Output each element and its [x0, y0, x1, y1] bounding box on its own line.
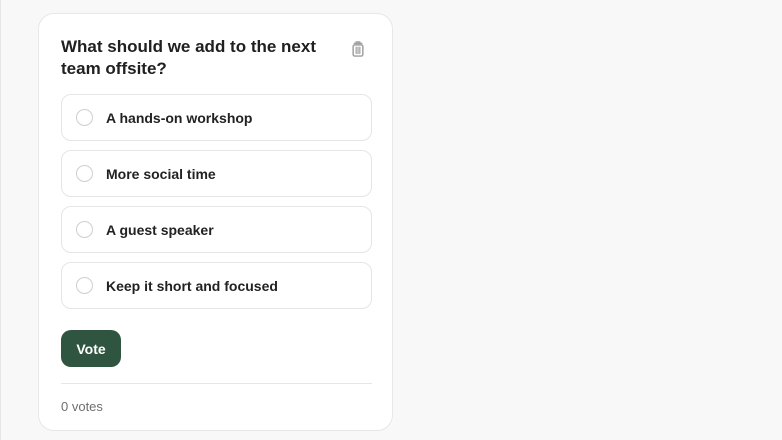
radio-button[interactable]: [76, 221, 93, 238]
poll-option[interactable]: A hands-on workshop: [61, 94, 372, 141]
radio-button[interactable]: [76, 165, 93, 182]
poll-card: What should we add to the next team offs…: [38, 13, 393, 431]
poll-option[interactable]: A guest speaker: [61, 206, 372, 253]
vote-count: 0 votes: [61, 399, 103, 414]
poll-option-label: More social time: [106, 166, 216, 182]
radio-button[interactable]: [76, 277, 93, 294]
poll-option-label: A guest speaker: [106, 222, 214, 238]
radio-button[interactable]: [76, 109, 93, 126]
page-left-edge: [0, 0, 1, 440]
poll-option[interactable]: More social time: [61, 150, 372, 197]
delete-poll-button[interactable]: [347, 38, 369, 60]
poll-header: What should we add to the next team offs…: [61, 36, 373, 82]
poll-option-label: A hands-on workshop: [106, 110, 253, 126]
trash-icon: [352, 41, 364, 57]
poll-question: What should we add to the next team offs…: [61, 37, 316, 78]
poll-divider: [61, 383, 372, 384]
poll-option-label: Keep it short and focused: [106, 278, 278, 294]
vote-button[interactable]: Vote: [61, 330, 121, 367]
poll-option[interactable]: Keep it short and focused: [61, 262, 372, 309]
